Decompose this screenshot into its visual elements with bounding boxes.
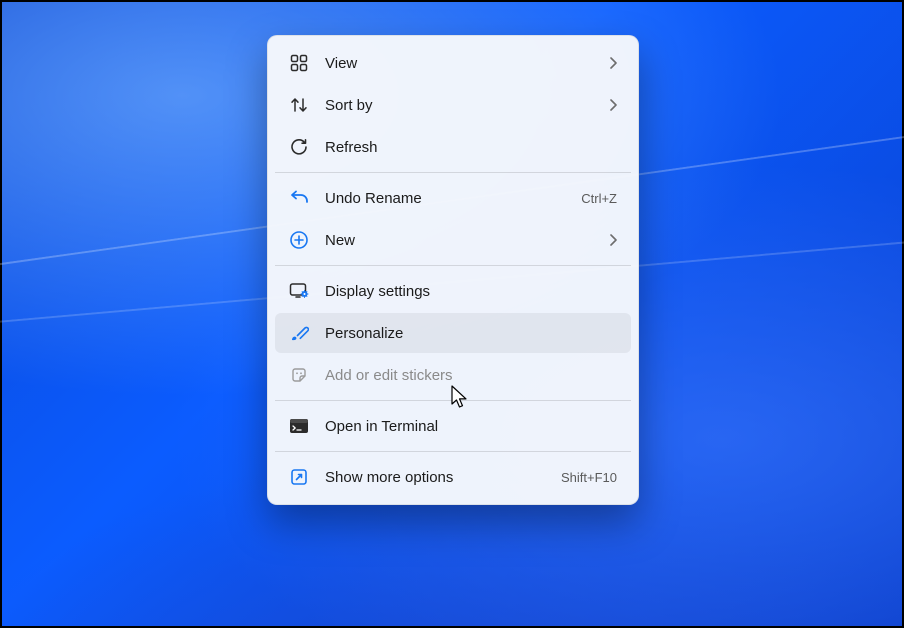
display-settings-icon <box>289 281 309 301</box>
personalize-icon <box>289 323 309 343</box>
menu-item-new[interactable]: New <box>275 220 631 260</box>
menu-item-show-more-options[interactable]: Show more options Shift+F10 <box>275 457 631 497</box>
menu-item-refresh[interactable]: Refresh <box>275 127 631 167</box>
view-icon <box>289 53 309 73</box>
chevron-right-icon <box>609 57 617 69</box>
desktop-context-menu: View Sort by <box>267 35 639 505</box>
menu-item-view[interactable]: View <box>275 43 631 83</box>
menu-item-label: Refresh <box>325 139 617 156</box>
menu-item-add-edit-stickers: Add or edit stickers <box>275 355 631 395</box>
show-more-options-icon <box>289 467 309 487</box>
menu-item-undo-rename[interactable]: Undo Rename Ctrl+Z <box>275 178 631 218</box>
terminal-icon <box>289 416 309 436</box>
chevron-right-icon <box>609 99 617 111</box>
menu-item-label: Open in Terminal <box>325 418 617 435</box>
menu-item-label: Sort by <box>325 97 599 114</box>
stickers-icon <box>289 365 309 385</box>
sort-icon <box>289 95 309 115</box>
menu-item-label: Show more options <box>325 469 551 486</box>
menu-item-label: Personalize <box>325 325 617 342</box>
menu-item-label: Undo Rename <box>325 190 571 207</box>
chevron-right-icon <box>609 234 617 246</box>
refresh-icon <box>289 137 309 157</box>
menu-item-label: New <box>325 232 599 249</box>
menu-item-display-settings[interactable]: Display settings <box>275 271 631 311</box>
menu-item-label: Add or edit stickers <box>325 367 617 384</box>
menu-separator <box>275 451 631 452</box>
menu-item-label: View <box>325 55 599 72</box>
menu-item-label: Display settings <box>325 283 617 300</box>
menu-item-sort-by[interactable]: Sort by <box>275 85 631 125</box>
menu-item-personalize[interactable]: Personalize <box>275 313 631 353</box>
menu-item-open-in-terminal[interactable]: Open in Terminal <box>275 406 631 446</box>
new-icon <box>289 230 309 250</box>
menu-separator <box>275 400 631 401</box>
menu-separator <box>275 172 631 173</box>
menu-separator <box>275 265 631 266</box>
menu-item-shortcut: Shift+F10 <box>561 470 617 485</box>
undo-icon <box>289 188 309 208</box>
menu-item-shortcut: Ctrl+Z <box>581 191 617 206</box>
